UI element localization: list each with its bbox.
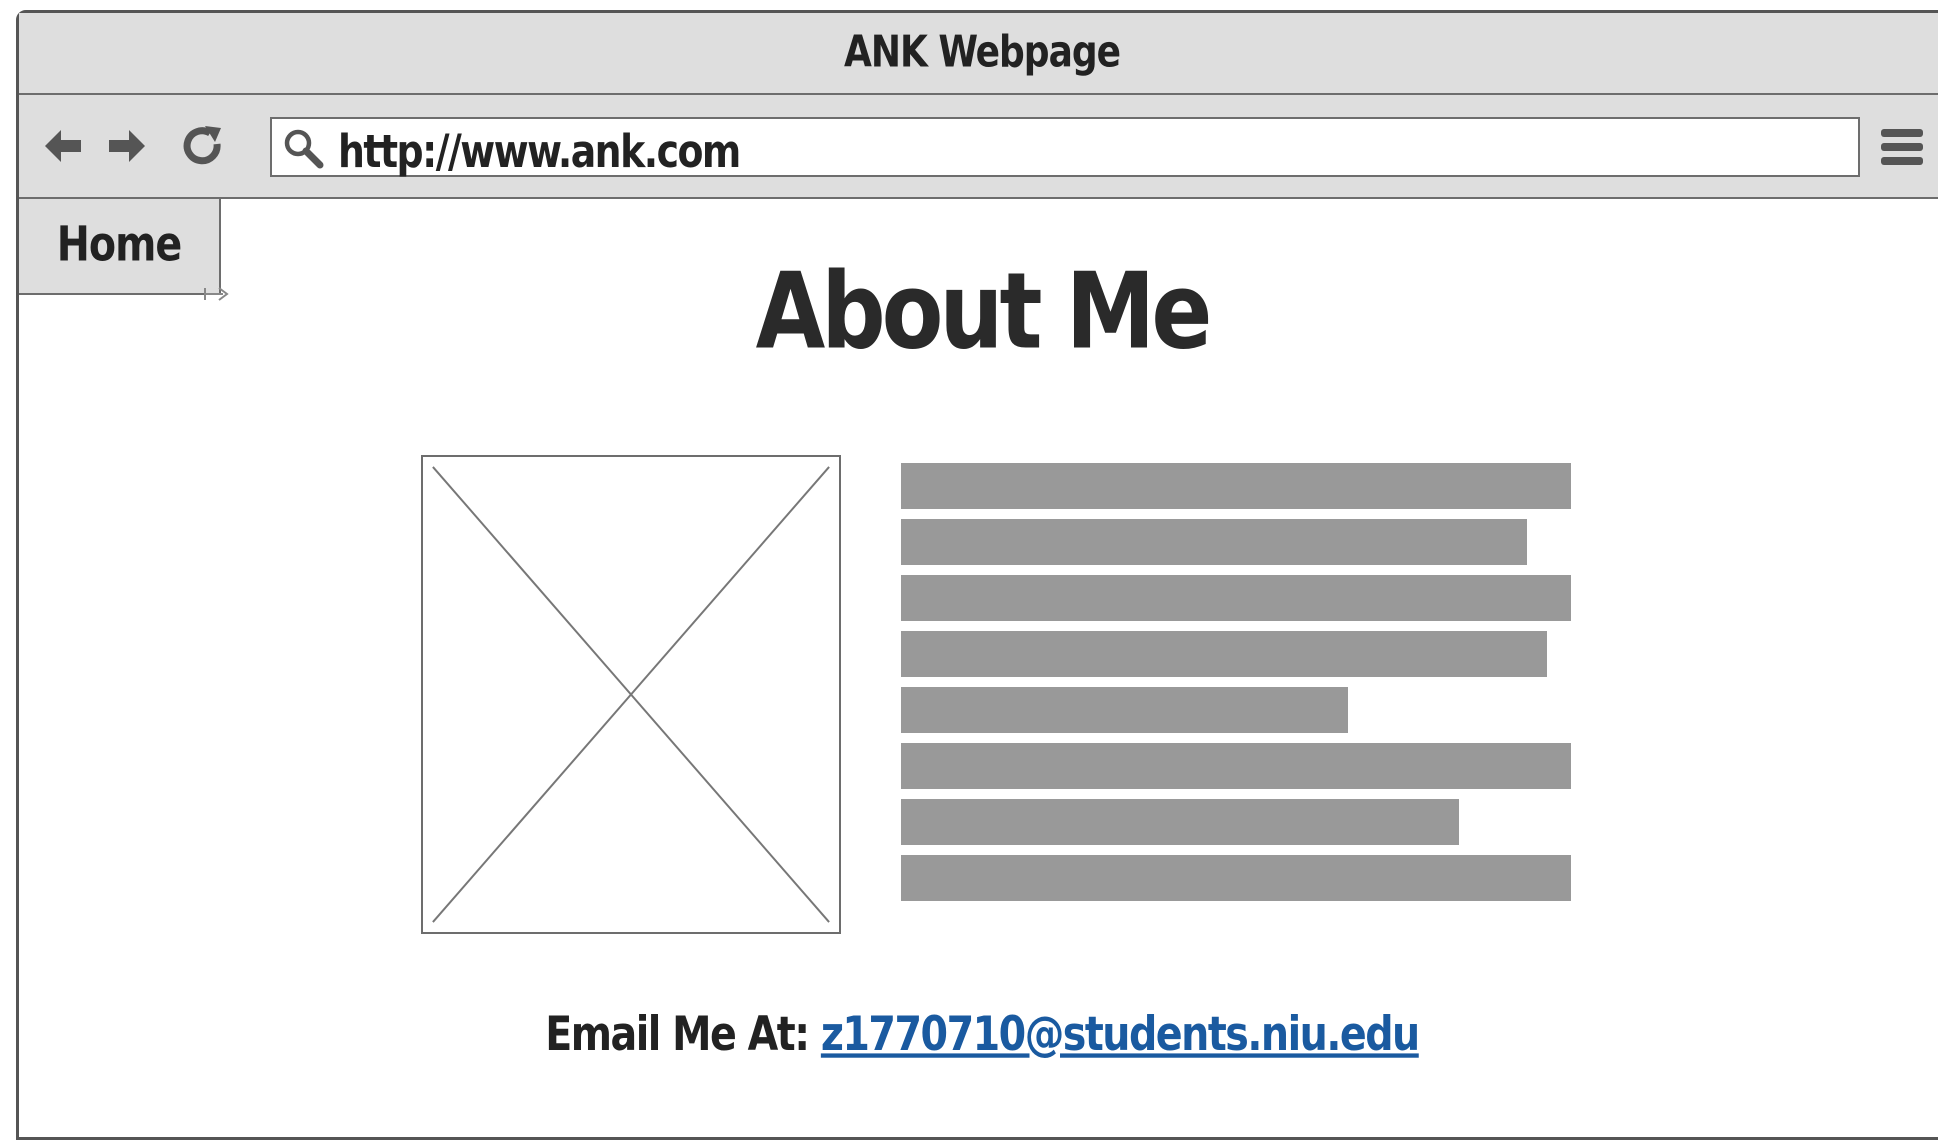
arrow-left-icon (45, 130, 81, 162)
image-placeholder-icon (432, 466, 830, 923)
reload-icon (183, 126, 221, 165)
text-placeholder-line (901, 799, 1459, 845)
arrow-right-icon (109, 130, 145, 162)
navigation-bar: http://www.ank.com (19, 95, 1938, 199)
text-placeholder-line (901, 519, 1527, 565)
title-bar: ANK Webpage (19, 13, 1938, 95)
search-icon (284, 129, 324, 169)
reload-button[interactable] (179, 122, 227, 170)
text-placeholder-line (901, 743, 1571, 789)
browser-window: ANK Webpage http://www.ank.com Home Abou… (16, 10, 1938, 1140)
url-text[interactable]: http://www.ank.com (338, 125, 741, 178)
text-placeholder-block (901, 463, 1571, 911)
address-bar[interactable]: http://www.ank.com (270, 117, 1860, 178)
text-placeholder-line (901, 855, 1571, 901)
text-placeholder-line (901, 631, 1547, 677)
text-placeholder-line (901, 687, 1348, 733)
email-label: Email Me At: (545, 1006, 810, 1063)
email-link[interactable]: z1770710@students.niu.edu (821, 1007, 1420, 1062)
forward-button[interactable] (103, 122, 151, 170)
text-placeholder-line (901, 463, 1571, 509)
image-placeholder (421, 455, 841, 934)
window-title: ANK Webpage (843, 26, 1121, 78)
page-title: About Me (755, 250, 1213, 373)
email-row: Email Me At: z1770710@students.niu.edu (19, 1007, 1938, 1062)
text-placeholder-line (901, 575, 1571, 621)
hamburger-menu-icon[interactable] (1879, 125, 1925, 169)
back-button[interactable] (39, 122, 87, 170)
